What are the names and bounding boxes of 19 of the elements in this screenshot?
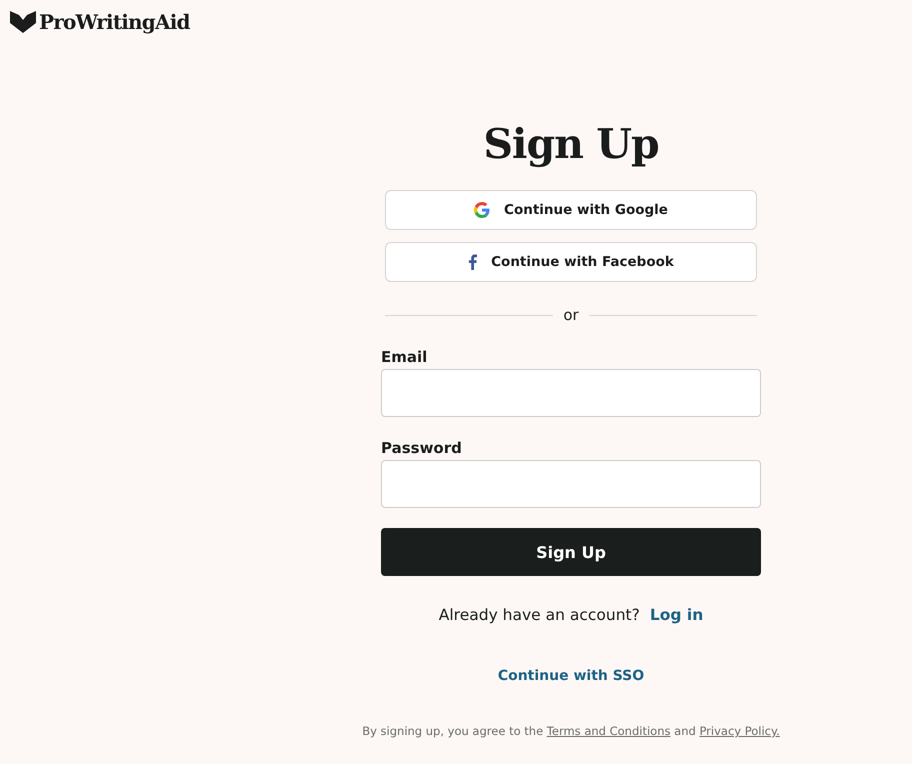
facebook-icon	[468, 254, 478, 270]
page-title: Sign Up	[483, 119, 659, 170]
field-label: Password	[381, 439, 462, 457]
sso-link[interactable]: Continue with SSO	[498, 668, 644, 684]
google-icon	[474, 202, 490, 218]
login-link[interactable]: Log in	[650, 606, 704, 624]
google-signin-button[interactable]: Continue with Google	[385, 190, 757, 230]
facebook-signin-button[interactable]: Continue with Facebook	[385, 242, 757, 282]
input-field[interactable]	[381, 369, 761, 417]
privacy-link[interactable]: Privacy Policy.	[699, 724, 780, 738]
input-field[interactable]	[381, 460, 761, 508]
sign-up-button[interactable]: Sign Up	[381, 528, 761, 576]
login-prompt-text: Already have an account?	[438, 606, 640, 624]
logo-text: ProWritingAid	[39, 10, 190, 34]
terms-link[interactable]: Terms and Conditions	[546, 724, 670, 738]
consent-text: By signing up, you agree to the Terms and Conditions and Privacy Policy.	[362, 724, 780, 738]
or-divider-text: or	[563, 306, 579, 324]
book-logo-icon	[10, 11, 36, 33]
field-label: Email	[381, 348, 428, 366]
